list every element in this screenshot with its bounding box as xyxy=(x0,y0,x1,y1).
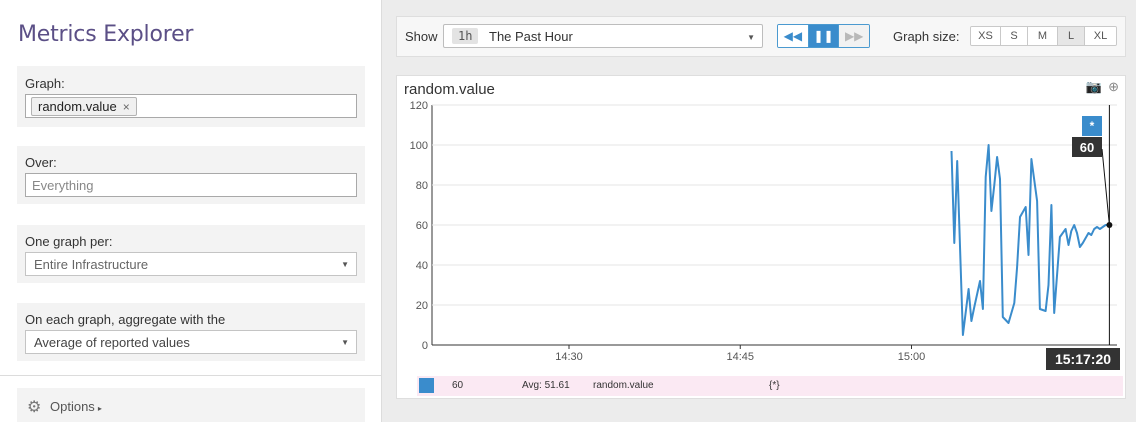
x-tick-label: 14:45 xyxy=(726,351,754,363)
y-tick-label: 60 xyxy=(416,220,428,232)
graph-label: Graph: xyxy=(25,76,65,91)
aggregate-label: On each graph, aggregate with the xyxy=(25,312,226,327)
duration-badge: 1h xyxy=(452,28,479,44)
options-text: Options xyxy=(50,399,95,414)
per-label: One graph per: xyxy=(25,234,113,249)
size-s-button[interactable]: S xyxy=(1001,27,1028,45)
y-tick-label: 120 xyxy=(410,100,428,112)
rewind-button[interactable]: ◀◀ xyxy=(778,25,809,47)
legend-value: 60 xyxy=(452,380,464,391)
y-tick-label: 20 xyxy=(416,300,428,312)
size-xs-button[interactable]: XS xyxy=(971,27,1001,45)
gear-icon: ⚙ xyxy=(27,399,42,416)
legend-row[interactable]: 60 Avg: 51.61 random.value {*} xyxy=(417,376,1123,396)
graph-per-select[interactable]: Entire Infrastructure ▼ xyxy=(25,252,357,276)
playback-controls: ◀◀ ❚❚ ▶▶ xyxy=(777,24,870,48)
time-range-value: The Past Hour xyxy=(489,29,573,44)
legend-metric: random.value xyxy=(593,380,654,391)
show-label: Show xyxy=(405,29,438,44)
graph-size-picker: XS S M L XL xyxy=(970,26,1117,46)
toolbar: Show 1h The Past Hour ▼ ◀◀ ❚❚ ▶▶ Graph s… xyxy=(396,16,1126,57)
marker-leader-line xyxy=(1101,148,1110,226)
options-toggle[interactable]: ⚙ Options ▸ xyxy=(17,388,365,422)
y-tick-label: 80 xyxy=(416,180,428,192)
pause-button[interactable]: ❚❚ xyxy=(808,25,840,47)
forward-button[interactable]: ▶▶ xyxy=(839,25,869,47)
aggregate-select[interactable]: Average of reported values ▼ xyxy=(25,330,357,354)
page-title: Metrics Explorer xyxy=(18,22,194,47)
over-label: Over: xyxy=(25,155,57,170)
chip-remove-icon[interactable]: × xyxy=(123,100,130,114)
line-chart: 0 20 40 60 80 100 120 14:30 14:45 15:00 * 60 15:17:2… xyxy=(410,100,1120,370)
marker-value: 60 xyxy=(1080,140,1094,155)
graph-per-value: Entire Infrastructure xyxy=(34,257,149,272)
per-panel: One graph per: Entire Infrastructure ▼ xyxy=(17,225,365,283)
time-range-select[interactable]: 1h The Past Hour ▼ xyxy=(443,24,763,48)
hover-point xyxy=(1106,222,1113,228)
sidebar: Metrics Explorer Graph: random.value × Ov… xyxy=(0,0,382,422)
legend-avg: Avg: 51.61 xyxy=(522,380,570,391)
divider xyxy=(0,375,382,376)
options-label: Options ▸ xyxy=(50,399,102,414)
series-line xyxy=(950,144,1110,336)
y-tick-label: 100 xyxy=(410,140,428,152)
y-tick-label: 40 xyxy=(416,260,428,272)
chevron-down-icon: ▼ xyxy=(747,33,755,42)
over-placeholder: Everything xyxy=(32,178,94,193)
time-label: 15:17:20 xyxy=(1055,351,1111,367)
chevron-right-icon: ▸ xyxy=(97,404,102,413)
x-tick-label: 14:30 xyxy=(555,351,583,363)
over-panel: Over: Everything xyxy=(17,146,365,204)
aggregate-value: Average of reported values xyxy=(34,335,190,350)
x-tick-label: 15:00 xyxy=(898,351,926,363)
graph-metric-input[interactable]: random.value × xyxy=(25,94,357,118)
size-l-button[interactable]: L xyxy=(1058,27,1085,45)
chevron-down-icon: ▼ xyxy=(341,338,349,347)
aggregate-panel: On each graph, aggregate with the Averag… xyxy=(17,303,365,361)
over-input[interactable]: Everything xyxy=(25,173,357,197)
size-m-button[interactable]: M xyxy=(1028,27,1058,45)
graph-panel-main: random.value 📷 ⊕ 0 20 40 60 80 100 120 14:30 14:4… xyxy=(396,75,1126,399)
chevron-down-icon: ▼ xyxy=(341,260,349,269)
y-tick-label: 0 xyxy=(422,340,428,352)
legend-scope: {*} xyxy=(769,380,780,391)
graph-panel: Graph: random.value × xyxy=(17,66,365,127)
metric-chip: random.value × xyxy=(31,97,137,116)
metric-chip-label: random.value xyxy=(38,99,117,114)
graph-size-label: Graph size: xyxy=(893,29,960,44)
size-xl-button[interactable]: XL xyxy=(1085,27,1116,45)
legend-swatch xyxy=(419,378,434,393)
marker-label: * xyxy=(1090,119,1095,133)
